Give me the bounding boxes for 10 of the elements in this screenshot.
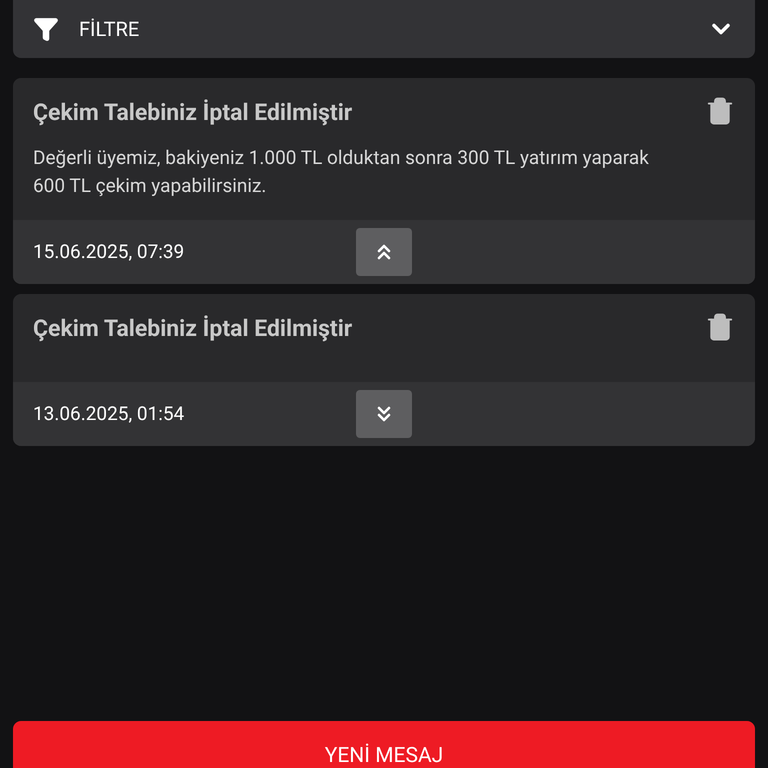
filter-label: FİLTRE bbox=[79, 16, 140, 43]
message-date: 13.06.2025, 01:54 bbox=[33, 400, 186, 427]
message-title: Çekim Talebiniz İptal Edilmiştir bbox=[33, 98, 352, 128]
message-body: Değerli üyemiz, bakiyeniz 1.000 TL olduktan sonra 300 TL yatırım yaparak 600 TL çekim yapabilirsiniz. bbox=[32, 145, 650, 199]
message-title: Çekim Talebiniz İptal Edilmiştir bbox=[33, 314, 352, 344]
message-date: 15.06.2025, 07:39 bbox=[33, 238, 186, 265]
toggle-button[interactable] bbox=[356, 390, 412, 438]
toggle-button[interactable] bbox=[356, 228, 412, 276]
filter-bar[interactable]: FİLTRE bbox=[13, 0, 755, 58]
new-message-button[interactable]: YENİ MESAJ bbox=[13, 721, 755, 768]
